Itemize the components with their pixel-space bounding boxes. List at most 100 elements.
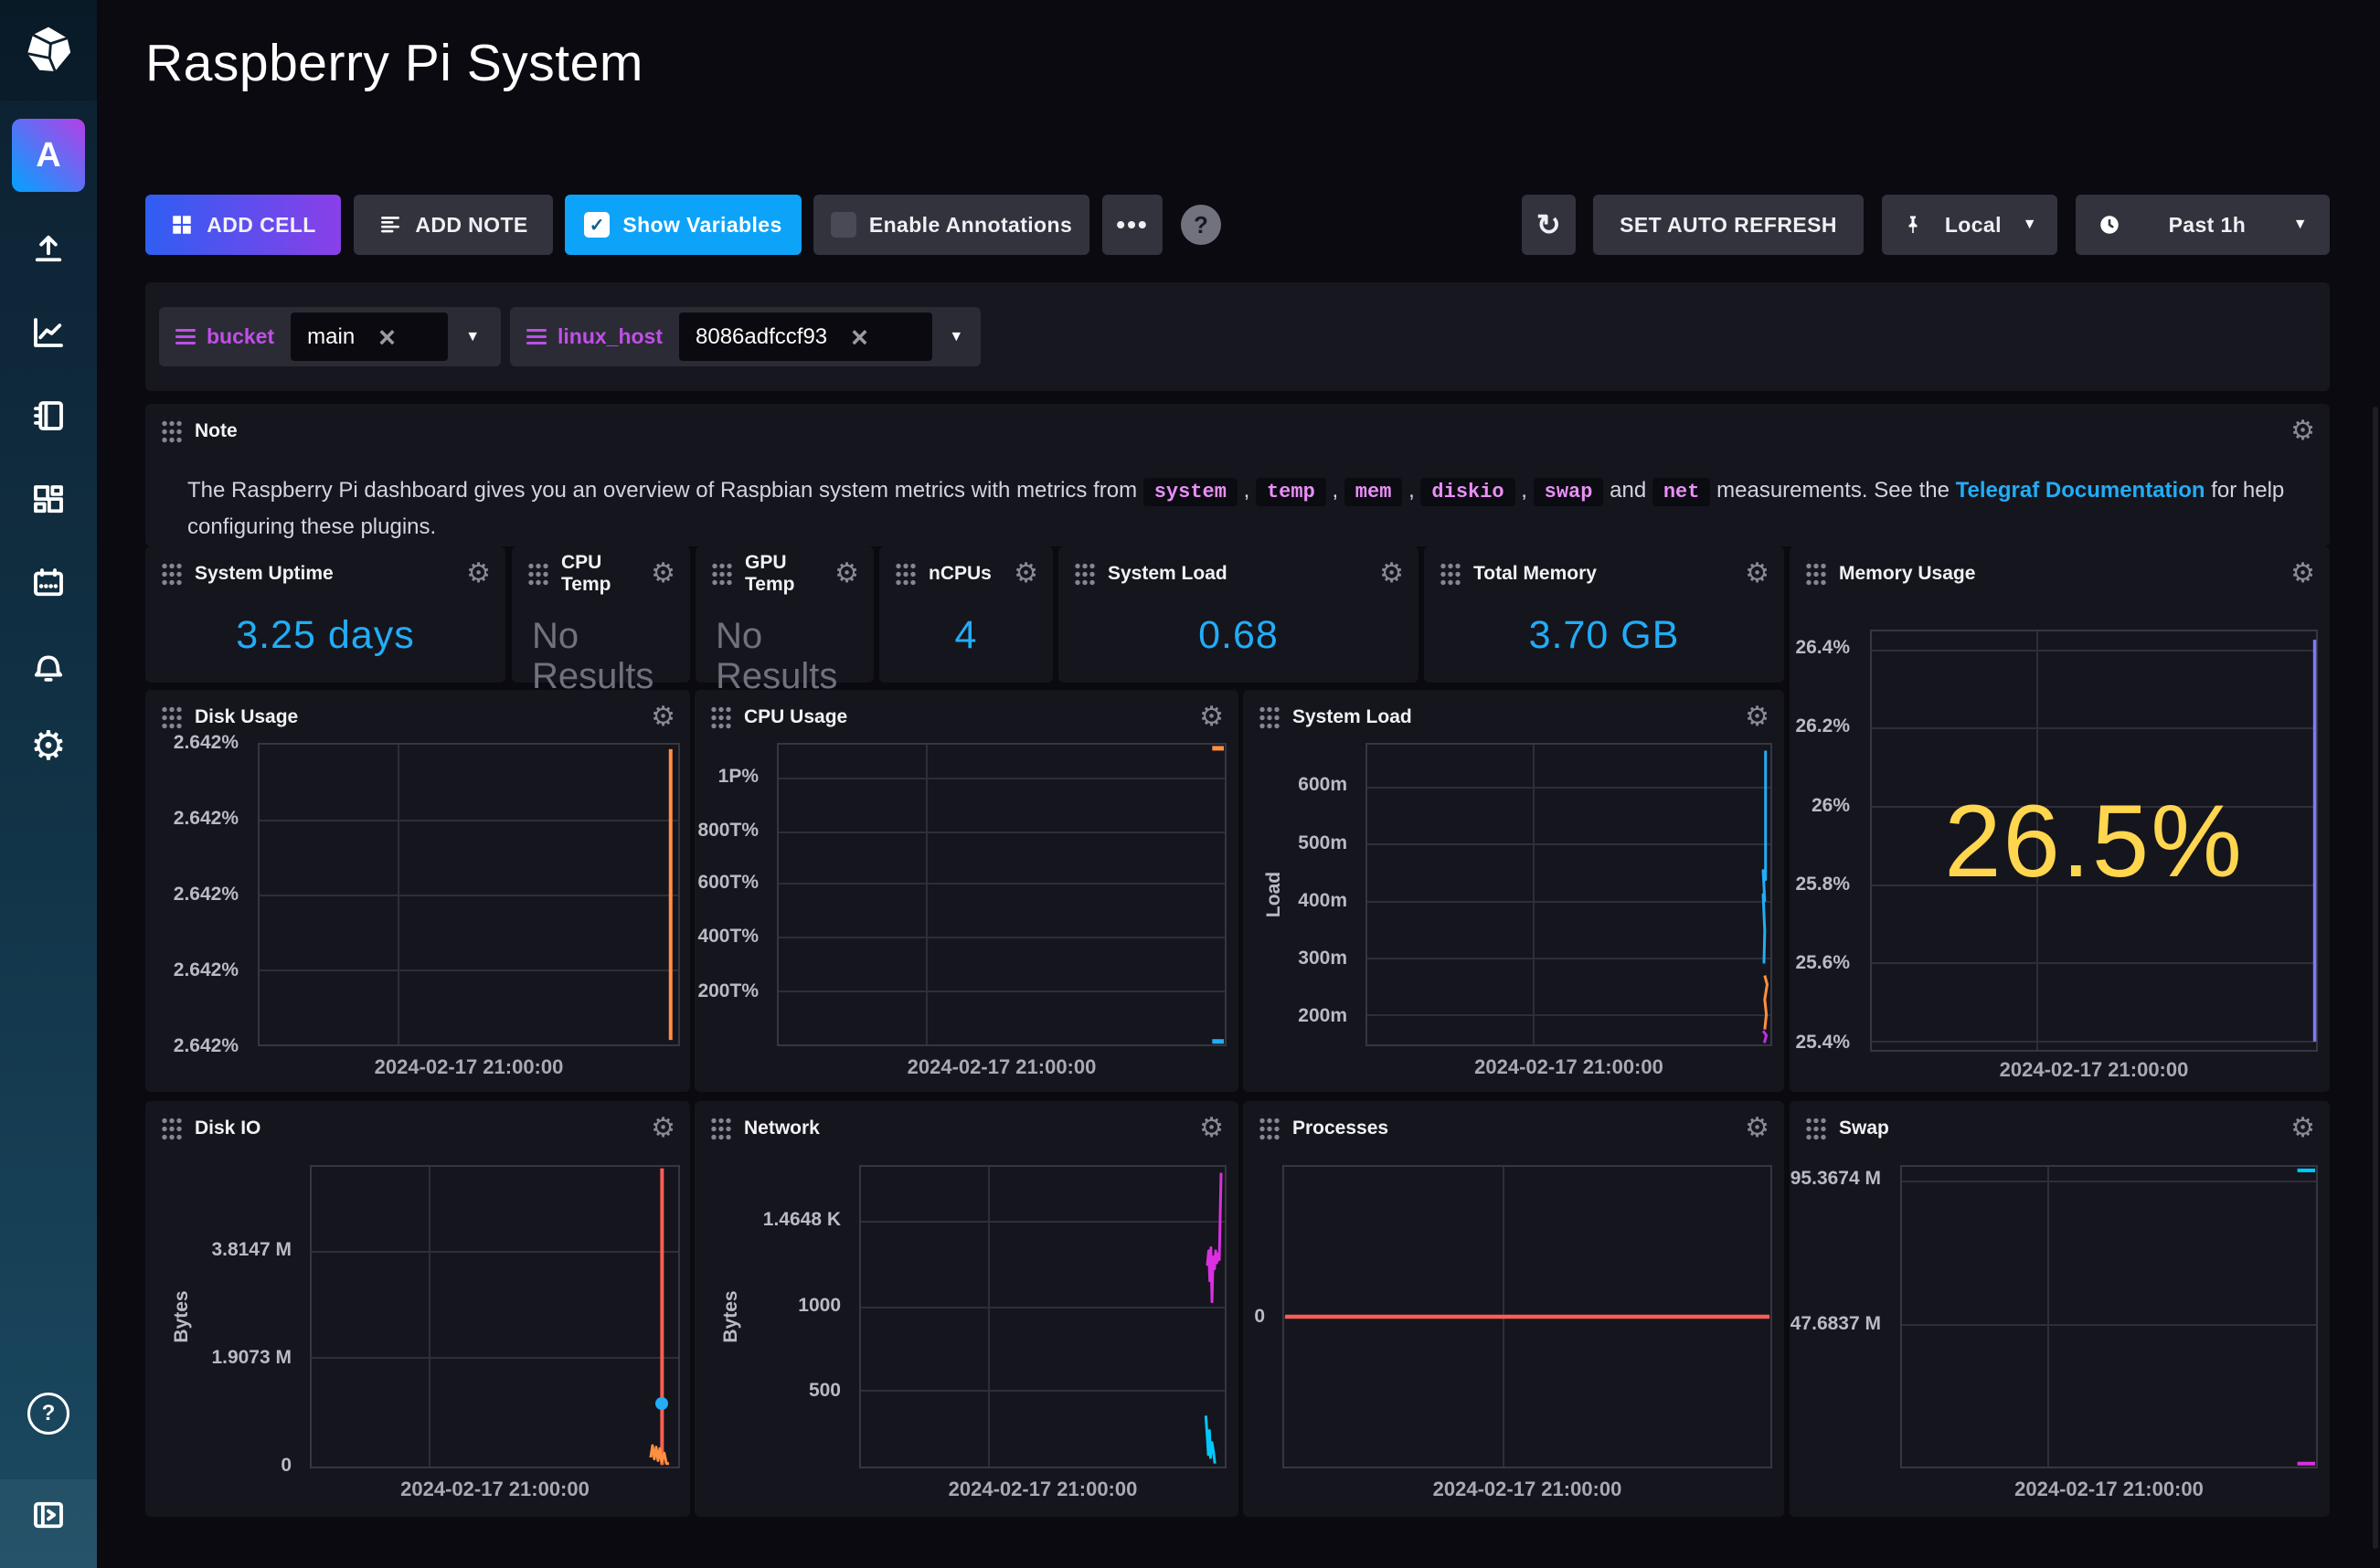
measurement-chip: diskio [1420,478,1514,506]
gear-icon[interactable]: ⚙ [2290,418,2315,445]
add-note-button[interactable]: ADD NOTE [354,195,553,255]
single-stat-value: 26.5% [1870,630,2318,1052]
more-options-button[interactable]: ••• [1102,195,1163,255]
stat-value: 3.70 GB [1424,588,1784,683]
telegraf-documentation-link[interactable]: Telegraf Documentation [1956,478,2205,503]
timezone-dropdown[interactable]: Local ▼ [1882,195,2057,255]
gear-icon[interactable]: ⚙ [1199,1115,1224,1142]
drag-handle-icon[interactable] [1258,1115,1280,1142]
y-axis-title: Bytes [720,1290,742,1342]
drag-handle-icon[interactable] [1804,1115,1826,1142]
settings-gear-icon[interactable]: ⚙ [0,718,97,775]
variable-menu-icon [526,329,547,345]
gear-icon[interactable]: ⚙ [1199,704,1224,731]
clear-value-icon[interactable]: × [851,323,868,352]
sidebar: A ⚙ ? [0,0,97,1568]
tasks-calendar-icon[interactable] [0,555,97,611]
measurement-chip: net [1652,478,1711,506]
enable-annotations-toggle[interactable]: Enable Annotations [813,195,1089,255]
data-explorer-icon[interactable] [0,304,97,361]
set-auto-refresh-button[interactable]: SET AUTO REFRESH [1593,195,1864,255]
gear-icon[interactable]: ⚙ [1379,560,1404,588]
variables-bar: bucket main × ▼ linux_host 8086adfccf93 … [145,282,2330,391]
plot-area[interactable] [1365,743,1772,1046]
drag-handle-icon[interactable] [710,560,732,588]
cell-system-load-stat: System Load ⚙ 0.68 [1058,546,1418,683]
gear-icon[interactable]: ⚙ [1745,560,1769,588]
cell-title: CPU Temp [561,552,611,596]
y-tick-label: 26% [1790,795,1850,817]
avatar[interactable]: A [12,119,85,192]
y-axis-title: Bytes [171,1290,193,1342]
variable-value-input[interactable]: main × [291,313,448,361]
y-tick-label: 95.3674 M [1790,1168,1881,1190]
cell-title: Memory Usage [1839,563,1975,585]
show-variables-toggle[interactable]: ✓ Show Variables [565,195,802,255]
variable-value-input[interactable]: 8086adfccf93 × [679,313,932,361]
add-note-label: ADD NOTE [415,213,527,238]
drag-handle-icon[interactable] [709,704,731,731]
x-axis-label: 2024-02-17 21:00:00 [258,1055,680,1079]
drag-handle-icon[interactable] [160,560,182,588]
drag-handle-icon[interactable] [709,1115,731,1142]
cell-memory-usage: Memory Usage ⚙ 26.4%26.2%26%25.8%25.6%25… [1790,546,2330,1092]
y-tick-label: 500m [1283,832,1347,854]
y-tick-label: 1.4648 K [746,1209,841,1231]
data-point-dot [655,1397,668,1410]
gear-icon[interactable]: ⚙ [2290,560,2315,588]
cell-swap: Swap ⚙ 95.3674 M47.6837 M 2024-02-17 21:… [1790,1101,2330,1517]
gear-icon[interactable]: ⚙ [1745,704,1769,731]
plot-area[interactable] [777,743,1227,1046]
variable-dropdown-caret[interactable]: ▼ [932,329,981,345]
y-tick-label: 200m [1283,1005,1347,1027]
variable-label: linux_host [510,324,679,349]
gear-icon[interactable]: ⚙ [1014,560,1038,588]
influxdb-logo[interactable] [0,0,97,101]
plot-area[interactable] [1282,1165,1772,1468]
question-mark-icon: ? [1194,211,1208,239]
cell-title: Disk IO [195,1118,260,1139]
alerts-bell-icon[interactable] [0,638,97,694]
gear-icon[interactable]: ⚙ [466,560,491,588]
drag-handle-icon[interactable] [160,1115,182,1142]
plot-area[interactable] [258,743,680,1046]
page-scrollbar[interactable] [2373,407,2378,1549]
drag-handle-icon[interactable] [1073,560,1095,588]
drag-handle-icon[interactable] [160,418,182,445]
clear-value-icon[interactable]: × [378,323,396,352]
cell-title: System Load [1108,563,1227,585]
drag-handle-icon[interactable] [894,560,916,588]
dashboard-help-button[interactable]: ? [1181,205,1221,245]
help-icon[interactable]: ? [0,1385,97,1442]
gear-icon[interactable]: ⚙ [2290,1115,2315,1142]
cell-title: Network [744,1118,820,1139]
plot-area[interactable] [310,1165,680,1468]
variable-dropdown-caret[interactable]: ▼ [448,329,497,345]
gear-icon[interactable]: ⚙ [1745,1115,1769,1142]
cell-title: Disk Usage [195,706,298,728]
stat-value: 3.25 days [145,588,505,683]
gear-icon[interactable]: ⚙ [651,704,675,731]
add-cell-button[interactable]: ADD CELL [145,195,341,255]
dashboards-icon[interactable] [0,471,97,528]
variable-menu-icon [175,329,196,345]
gear-icon[interactable]: ⚙ [651,1115,675,1142]
expand-sidebar-icon[interactable] [0,1487,97,1543]
notebooks-icon[interactable] [0,387,97,444]
gear-icon[interactable]: ⚙ [651,560,675,588]
drag-handle-icon[interactable] [1804,560,1826,588]
plot-area[interactable] [859,1165,1227,1468]
y-tick-label: 2.642% [145,808,239,830]
drag-handle-icon[interactable] [526,560,548,588]
cell-title: GPU Temp [745,552,794,596]
drag-handle-icon[interactable] [1439,560,1461,588]
drag-handle-icon[interactable] [160,704,182,731]
time-range-dropdown[interactable]: Past 1h ▼ [2076,195,2330,255]
x-axis-label: 2024-02-17 21:00:00 [1282,1478,1772,1501]
refresh-button[interactable]: ↻ [1522,195,1576,255]
y-tick-label: 25.4% [1790,1032,1850,1054]
upload-icon[interactable] [0,220,97,277]
drag-handle-icon[interactable] [1258,704,1280,731]
gear-icon[interactable]: ⚙ [834,560,859,588]
plot-area[interactable] [1900,1165,2318,1468]
